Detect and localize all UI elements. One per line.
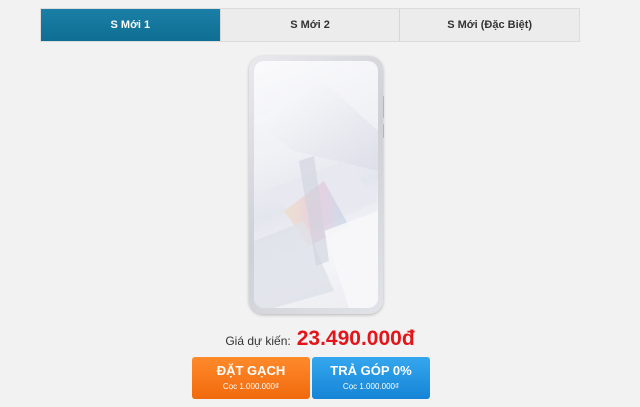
phone-screen — [254, 61, 378, 308]
tab-s-moi-1[interactable]: S Mới 1 — [41, 9, 221, 41]
installment-button-deposit: Cọc 1.000.000₫ — [342, 382, 400, 391]
product-image — [249, 56, 383, 314]
tab-label: S Mới 1 — [110, 19, 151, 31]
installment-button-title: TRẢ GÓP 0% — [330, 363, 412, 378]
price-row: Giá dự kiến: 23.490.000đ — [0, 327, 640, 351]
price-value: 23.490.000đ — [296, 327, 415, 350]
installment-button[interactable]: TRẢ GÓP 0% Cọc 1.000.000₫ — [312, 357, 430, 399]
price-label: Giá dự kiến: — [225, 334, 291, 348]
product-page: S Mới 1 S Mới 2 S Mới (Đặc Biệt) Giá dự … — [0, 0, 640, 407]
tab-s-moi-dac-biet[interactable]: S Mới (Đặc Biệt) — [400, 9, 580, 41]
preorder-button-deposit: Cọc 1.000.000₫ — [222, 382, 280, 391]
preorder-button[interactable]: ĐẶT GẠCH Cọc 1.000.000₫ — [192, 357, 310, 399]
tab-s-moi-2[interactable]: S Mới 2 — [220, 9, 401, 41]
tab-label: S Mới (Đặc Biệt) — [447, 19, 533, 31]
model-tabs: S Mới 1 S Mới 2 S Mới (Đặc Biệt) — [40, 8, 580, 42]
preorder-button-title: ĐẶT GẠCH — [216, 363, 286, 378]
tab-label: S Mới 2 — [290, 19, 330, 31]
wallpaper-graphic — [254, 81, 378, 308]
